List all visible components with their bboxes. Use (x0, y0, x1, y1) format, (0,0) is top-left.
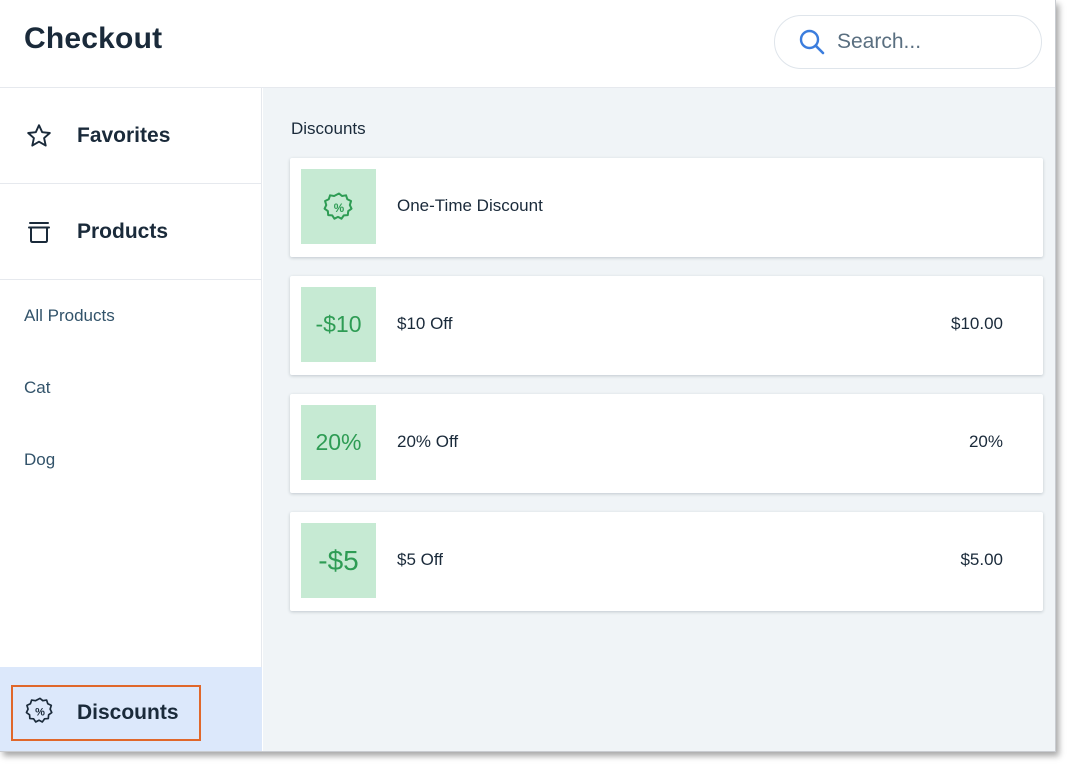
section-title: Discounts (291, 119, 366, 138)
discount-name: One-Time Discount (397, 196, 543, 215)
header: Checkout (0, 0, 1055, 88)
discount-value: $10.00 (951, 314, 1003, 333)
star-icon (24, 121, 54, 151)
svg-text:%: % (333, 201, 344, 214)
discount-name: $10 Off (397, 314, 453, 333)
sidebar-item-discounts[interactable]: % Discounts (11, 685, 201, 741)
discount-thumbnail: -$5 (301, 523, 376, 598)
sidebar-item-label: Discounts (77, 701, 179, 724)
discount-card-10-off[interactable]: -$10 $10 Off $10.00 (290, 276, 1043, 375)
main-content: Discounts % One-Time Discount -$10 $10 O… (263, 88, 1055, 751)
sidebar-item-all-products[interactable]: All Products (0, 280, 261, 352)
search-box[interactable] (774, 15, 1042, 69)
products-icon (24, 217, 54, 247)
search-icon (799, 29, 825, 55)
discount-name: $5 Off (397, 550, 443, 569)
sidebar-item-label: Products (77, 219, 169, 243)
discount-thumbnail: 20% (301, 405, 376, 480)
discount-badge-icon: % (323, 192, 353, 220)
discount-name: 20% Off (397, 432, 459, 451)
sidebar: Favorites Products All Products Cat Dog … (0, 88, 262, 751)
discount-card-20-percent[interactable]: 20% 20% Off 20% (290, 394, 1043, 493)
sidebar-item-dog[interactable]: Dog (0, 424, 261, 496)
discount-thumbnail: % (301, 169, 376, 244)
discount-badge-icon: % (25, 696, 55, 731)
discount-thumbnail: -$10 (301, 287, 376, 362)
search-input[interactable] (837, 30, 1037, 54)
sidebar-item-products[interactable]: Products (0, 184, 261, 280)
sidebar-item-favorites[interactable]: Favorites (0, 88, 261, 184)
checkout-window: Checkout Favorites (0, 0, 1056, 752)
discount-value: $5.00 (960, 550, 1003, 569)
discount-card-5-off[interactable]: -$5 $5 Off $5.00 (290, 512, 1043, 611)
discount-card-one-time[interactable]: % One-Time Discount (290, 158, 1043, 257)
page-title: Checkout (24, 22, 163, 55)
sidebar-item-label: Favorites (77, 123, 171, 147)
sidebar-item-discounts-selected: % Discounts (0, 667, 262, 751)
svg-text:%: % (35, 706, 45, 718)
discount-value: 20% (968, 432, 1003, 451)
sidebar-item-cat[interactable]: Cat (0, 352, 261, 424)
